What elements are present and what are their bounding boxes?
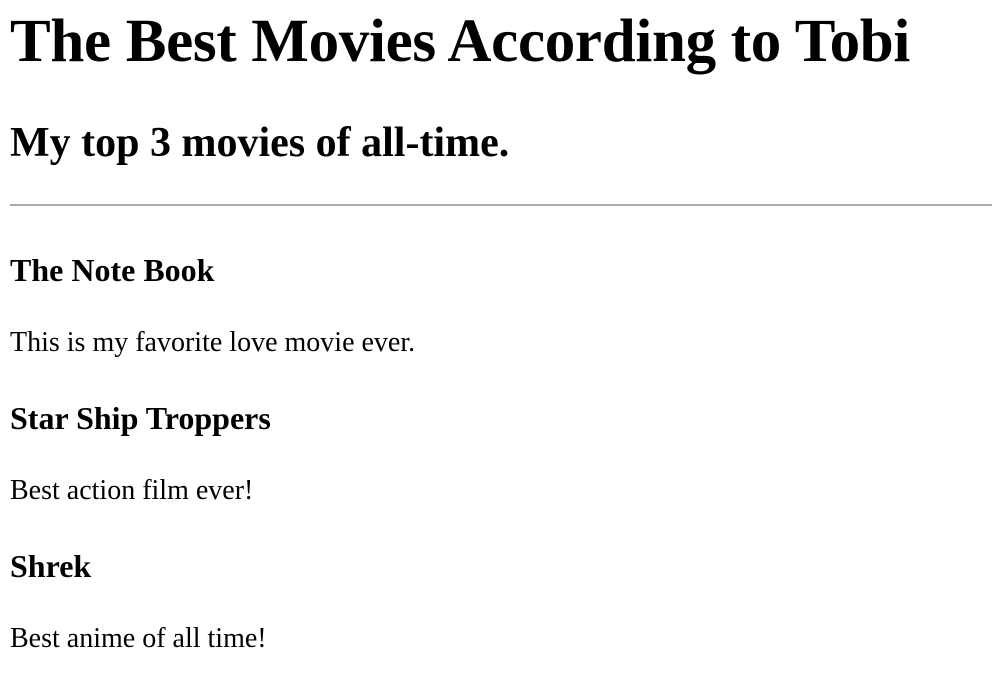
page-subtitle: My top 3 movies of all-time.	[10, 120, 510, 166]
page: The Best Movies According to Tobi My top…	[0, 0, 992, 698]
movie-list: The Note Book This is my favorite love m…	[10, 206, 992, 655]
movie-item: Shrek Best anime of all time!	[10, 507, 992, 655]
movie-item: Star Ship Troppers Best action film ever…	[10, 359, 992, 507]
page-title: The Best Movies According to Tobi	[10, 8, 911, 75]
movie-item: The Note Book This is my favorite love m…	[10, 206, 992, 359]
movie-description: Best anime of all time!	[10, 623, 267, 654]
movie-title: Shrek	[10, 548, 92, 584]
movie-description: Best action film ever!	[10, 475, 254, 506]
movie-title: Star Ship Troppers	[10, 400, 271, 436]
movie-title: The Note Book	[10, 252, 215, 288]
movie-description: This is my favorite love movie ever.	[10, 327, 416, 358]
